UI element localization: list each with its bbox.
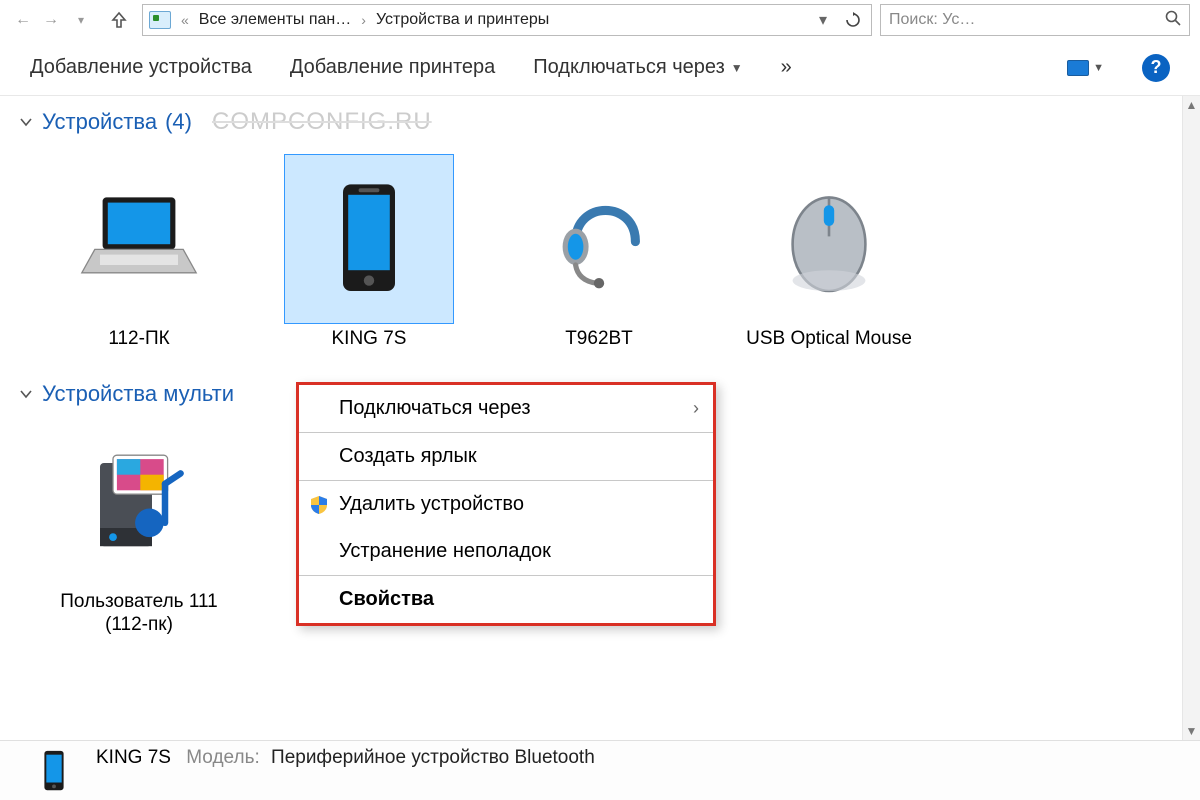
smartphone-icon [304,174,434,304]
device-item-mouse[interactable]: USB Optical Mouse [744,154,914,351]
nav-history-dropdown[interactable]: ▾ [66,5,96,35]
address-bar[interactable]: « Все элементы пан… › Устройства и принт… [142,4,872,36]
mouse-icon [764,174,894,304]
collapse-icon [18,116,34,128]
search-input[interactable]: Поиск: Ус… [880,4,1190,36]
device-item-pc[interactable]: 112-ПК [54,154,224,351]
watermark-text: COMPCONFIG.RU [212,108,432,136]
refresh-icon[interactable] [841,12,865,28]
chevron-down-icon: ▼ [1093,62,1104,74]
help-button[interactable]: ? [1142,54,1170,82]
breadcrumb-item[interactable]: Все элементы пан… [199,11,351,29]
device-label: Пользователь 111 (112-пк) [54,591,224,637]
connect-via-label: Подключаться через [533,56,725,79]
preview-pane-icon[interactable]: ▼ [1067,60,1104,76]
device-label: KING 7S [332,328,407,351]
connect-via-button[interactable]: Подключаться через ▼ [533,56,742,79]
search-placeholder: Поиск: Ус… [889,11,1159,29]
device-item-phone-selected[interactable]: KING 7S [284,154,454,351]
ctx-item-label: Удалить устройство [339,493,524,516]
ctx-properties[interactable]: Свойства [299,576,713,623]
device-item-media-server[interactable]: Пользователь 111 (112-пк) [54,417,224,637]
chevron-right-icon: › [357,12,370,28]
device-item-headset[interactable]: T962BT [514,154,684,351]
nav-up-button[interactable] [104,5,134,35]
vertical-scrollbar[interactable]: ▲ ▼ [1182,96,1200,740]
ctx-troubleshoot[interactable]: Устранение неполадок [299,528,713,575]
toolbar-overflow-button[interactable]: » [781,56,792,79]
add-device-button[interactable]: Добавление устройства [30,56,252,79]
ctx-create-shortcut[interactable]: Создать ярлык [299,433,713,480]
group-header-devices[interactable]: Устройства (4) COMPCONFIG.RU [18,108,1170,136]
nav-forward-button[interactable]: → [38,7,64,33]
bluetooth-headset-icon [534,174,664,304]
chevron-right-icon: › [693,398,699,419]
search-icon [1165,10,1181,31]
group-title: Устройства [42,109,157,135]
command-toolbar: Добавление устройства Добавление принтер… [0,40,1200,96]
addressbar-dropdown-icon[interactable]: ▾ [811,10,835,30]
nav-back-button[interactable]: ← [10,7,36,33]
ctx-item-label: Подключаться через [339,397,531,420]
ctx-remove-device[interactable]: Удалить устройство [299,481,713,528]
scroll-up-icon[interactable]: ▲ [1183,96,1200,114]
ctx-item-label: Свойства [339,588,434,611]
device-label: T962BT [565,328,633,351]
chevron-down-icon: ▼ [731,61,743,75]
group-title: Устройства мульти [42,381,234,407]
smartphone-icon [30,747,78,795]
context-menu: Подключаться через › Создать ярлык Удали… [296,382,716,626]
ctx-connect-via[interactable]: Подключаться через › [299,385,713,432]
details-model-value: Периферийное устройство Bluetooth [271,747,595,768]
media-server-icon [74,437,204,567]
details-device-name: KING 7S [96,747,171,768]
add-printer-button[interactable]: Добавление принтера [290,56,495,79]
device-label: 112-ПК [108,328,169,351]
details-pane: KING 7S Модель: Периферийное устройство … [0,740,1200,800]
laptop-icon [74,174,204,304]
scroll-down-icon[interactable]: ▼ [1183,722,1200,740]
ctx-item-label: Создать ярлык [339,445,477,468]
group-count: (4) [165,109,192,135]
collapse-icon [18,388,34,400]
ctx-item-label: Устранение неполадок [339,540,551,563]
uac-shield-icon [309,495,329,515]
details-model-label: Модель: [186,747,259,768]
breadcrumb-item[interactable]: Устройства и принтеры [376,11,549,29]
device-label: USB Optical Mouse [746,328,912,351]
breadcrumb-sep: « [177,12,193,28]
control-panel-icon [149,11,171,29]
